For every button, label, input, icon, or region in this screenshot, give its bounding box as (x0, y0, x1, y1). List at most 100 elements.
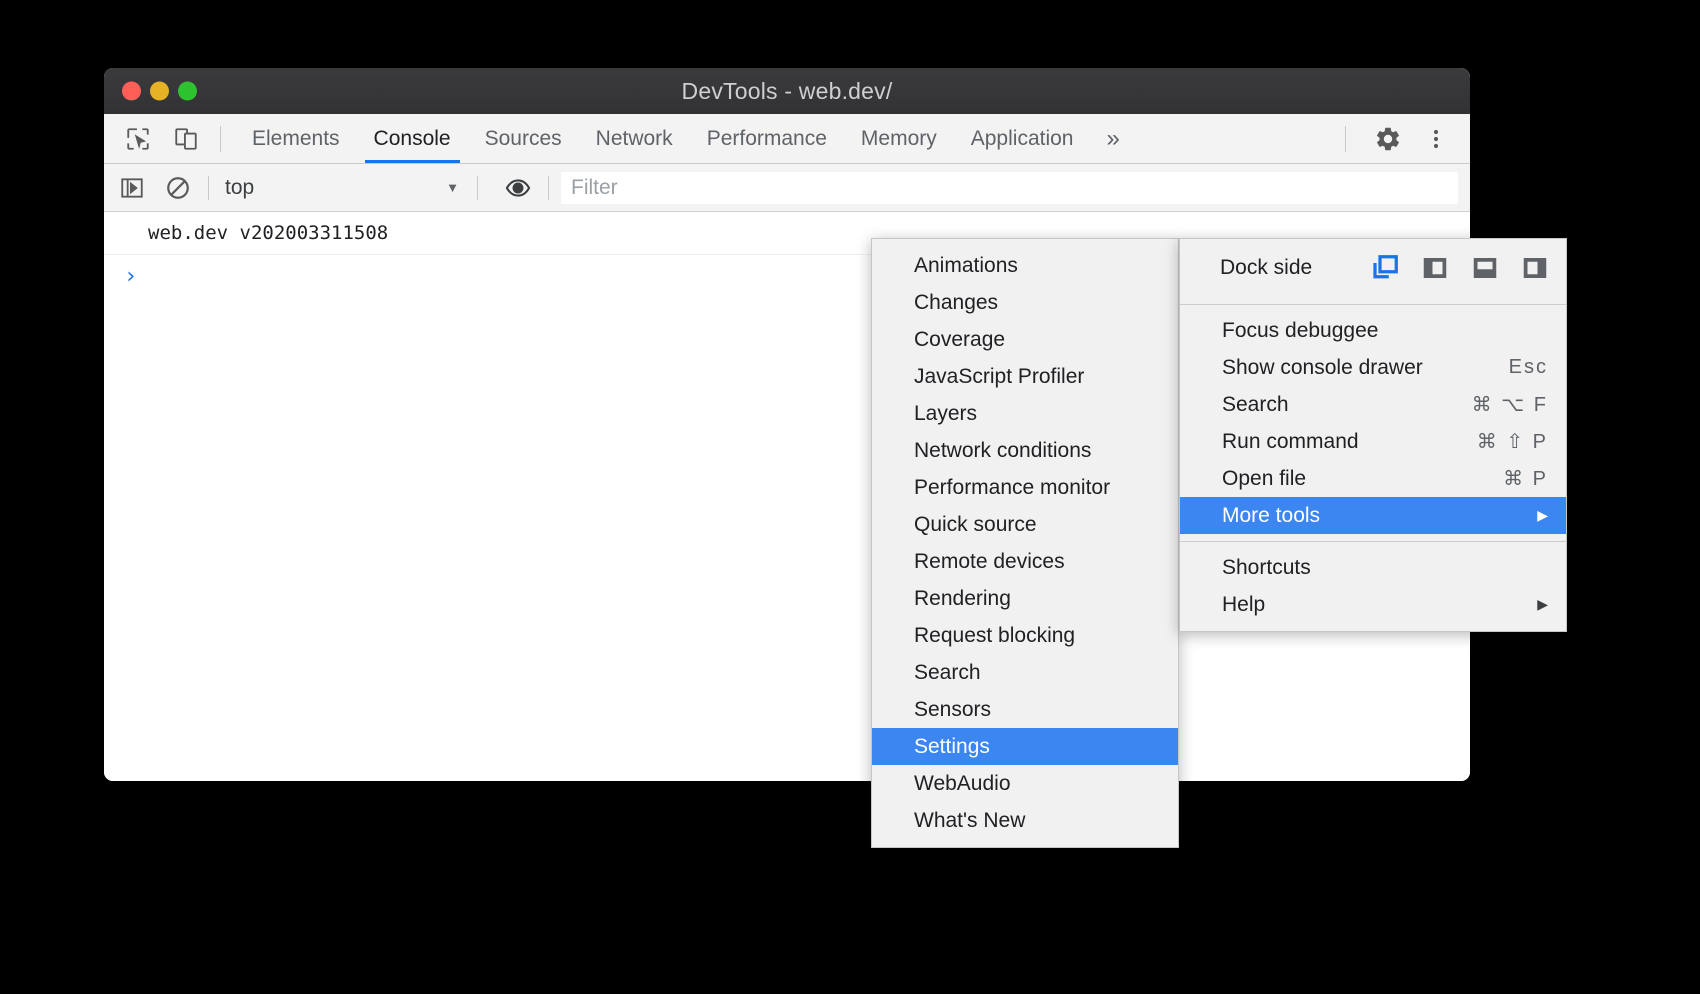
prompt-chevron-icon: › (124, 264, 137, 289)
tab-console[interactable]: Console (357, 114, 468, 163)
menu-item-shortcut: ⌘ ⌥ F (1426, 392, 1548, 417)
menu-item-coverage[interactable]: Coverage (872, 321, 1178, 358)
submenu-arrow-icon: ▶ (1497, 596, 1548, 613)
window-title: DevTools - web.dev/ (104, 78, 1470, 105)
console-toolbar: top ▼ Filter (104, 164, 1470, 212)
menu-item-javascript-profiler[interactable]: JavaScript Profiler (872, 358, 1178, 395)
device-toolbar-icon[interactable] (166, 119, 206, 159)
menu-item-changes[interactable]: Changes (872, 284, 1178, 321)
menu-item-label: WebAudio (914, 772, 1011, 796)
tab-elements[interactable]: Elements (235, 114, 357, 163)
menu-item-help[interactable]: Help ▶ (1180, 586, 1566, 623)
menu-item-label: Search (914, 661, 981, 685)
menu-item-label: Settings (914, 735, 990, 759)
tab-label: Network (596, 127, 673, 151)
close-window-button[interactable] (122, 82, 141, 101)
console-toolbar-divider-2 (477, 176, 478, 200)
traffic-light-controls[interactable] (122, 82, 197, 101)
menu-item-request-blocking[interactable]: Request blocking (872, 617, 1178, 654)
tabbar-right-divider (1345, 126, 1346, 152)
main-menu-separator-2 (1180, 541, 1566, 542)
menu-item-label: Performance monitor (914, 476, 1110, 500)
menu-item-focus-debuggee[interactable]: Focus debuggee (1180, 312, 1566, 349)
tab-network[interactable]: Network (579, 114, 690, 163)
tab-label: Console (374, 127, 451, 151)
dock-to-right-icon[interactable] (1520, 253, 1550, 283)
menu-item-label: Changes (914, 291, 998, 315)
menu-item-label: Quick source (914, 513, 1037, 537)
menu-item-whats-new[interactable]: What's New (872, 802, 1178, 839)
menu-item-shortcut: ⌘ P (1457, 466, 1548, 491)
execution-context-select[interactable]: top ▼ (221, 176, 465, 200)
menu-item-label: Remote devices (914, 550, 1065, 574)
menu-item-webaudio[interactable]: WebAudio (872, 765, 1178, 802)
menu-item-performance-monitor[interactable]: Performance monitor (872, 469, 1178, 506)
three-dot-menu-icon[interactable] (1416, 119, 1456, 159)
tab-label: Application (971, 127, 1074, 151)
menu-item-show-console-drawer[interactable]: Show console drawer Esc (1180, 349, 1566, 386)
menu-item-remote-devices[interactable]: Remote devices (872, 543, 1178, 580)
menu-item-label: Sensors (914, 698, 991, 722)
tab-memory[interactable]: Memory (844, 114, 954, 163)
menu-item-run-command[interactable]: Run command ⌘ ⇧ P (1180, 423, 1566, 460)
menu-item-more-tools[interactable]: More tools ▶ (1180, 497, 1566, 534)
menu-item-label: Coverage (914, 328, 1005, 352)
menu-item-label: Layers (914, 402, 977, 426)
devtools-tabbar: Elements Console Sources Network Perform… (104, 114, 1470, 164)
screenshot-root: DevTools - web.dev/ Elements (0, 0, 1700, 994)
eye-icon[interactable] (500, 170, 536, 206)
menu-item-label: Request blocking (914, 624, 1075, 648)
console-sidebar-icon[interactable] (114, 170, 150, 206)
menu-item-search[interactable]: Search ⌘ ⌥ F (1180, 386, 1566, 423)
minimize-window-button[interactable] (150, 82, 169, 101)
menu-item-open-file[interactable]: Open file ⌘ P (1180, 460, 1566, 497)
dock-side-label: Dock side (1220, 256, 1312, 280)
main-menu-separator-1 (1180, 304, 1566, 305)
menu-item-label: Shortcuts (1222, 556, 1311, 580)
menu-item-network-conditions[interactable]: Network conditions (872, 432, 1178, 469)
menu-item-label: Animations (914, 254, 1018, 278)
menu-item-label: Search (1222, 393, 1289, 417)
menu-item-settings[interactable]: Settings (872, 728, 1178, 765)
execution-context-value: top (225, 176, 254, 200)
menu-item-label: What's New (914, 809, 1025, 833)
tab-application[interactable]: Application (954, 114, 1091, 163)
tab-label: Sources (485, 127, 562, 151)
chevron-down-icon: ▼ (446, 180, 465, 195)
console-toolbar-divider-1 (208, 176, 209, 200)
tabbar-actions (1331, 114, 1470, 163)
menu-item-label: Open file (1222, 467, 1306, 491)
filter-input[interactable]: Filter (561, 172, 1458, 204)
tab-label: Performance (707, 127, 827, 151)
dock-to-bottom-icon[interactable] (1470, 253, 1500, 283)
maximize-window-button[interactable] (178, 82, 197, 101)
menu-item-label: Network conditions (914, 439, 1091, 463)
tab-sources[interactable]: Sources (468, 114, 579, 163)
inspect-element-icon[interactable] (118, 119, 158, 159)
submenu-arrow-icon: ▶ (1497, 507, 1548, 524)
menu-item-search[interactable]: Search (872, 654, 1178, 691)
dock-to-left-icon[interactable] (1420, 253, 1450, 283)
menu-item-quick-source[interactable]: Quick source (872, 506, 1178, 543)
menu-item-label: Run command (1222, 430, 1359, 454)
more-tabs-chevron-icon[interactable]: » (1090, 114, 1133, 163)
menu-item-label: Help (1222, 593, 1265, 617)
menu-item-layers[interactable]: Layers (872, 395, 1178, 432)
menu-item-shortcut: ⌘ ⇧ P (1431, 429, 1548, 454)
more-tabs-label: » (1106, 125, 1117, 153)
undock-into-separate-window-icon[interactable] (1370, 253, 1400, 283)
menu-item-shortcuts[interactable]: Shortcuts (1180, 549, 1566, 586)
clear-console-icon[interactable] (160, 170, 196, 206)
console-toolbar-divider-3 (548, 176, 549, 200)
menu-item-sensors[interactable]: Sensors (872, 691, 1178, 728)
menu-item-label: JavaScript Profiler (914, 365, 1084, 389)
devtools-window: DevTools - web.dev/ Elements (104, 68, 1470, 781)
gear-icon[interactable] (1368, 119, 1408, 159)
menu-item-rendering[interactable]: Rendering (872, 580, 1178, 617)
dock-side-options (1370, 253, 1550, 283)
tab-label: Memory (861, 127, 937, 151)
menu-item-animations[interactable]: Animations (872, 247, 1178, 284)
tab-label: Elements (252, 127, 340, 151)
tab-performance[interactable]: Performance (690, 114, 844, 163)
menu-item-label: Show console drawer (1222, 356, 1423, 380)
